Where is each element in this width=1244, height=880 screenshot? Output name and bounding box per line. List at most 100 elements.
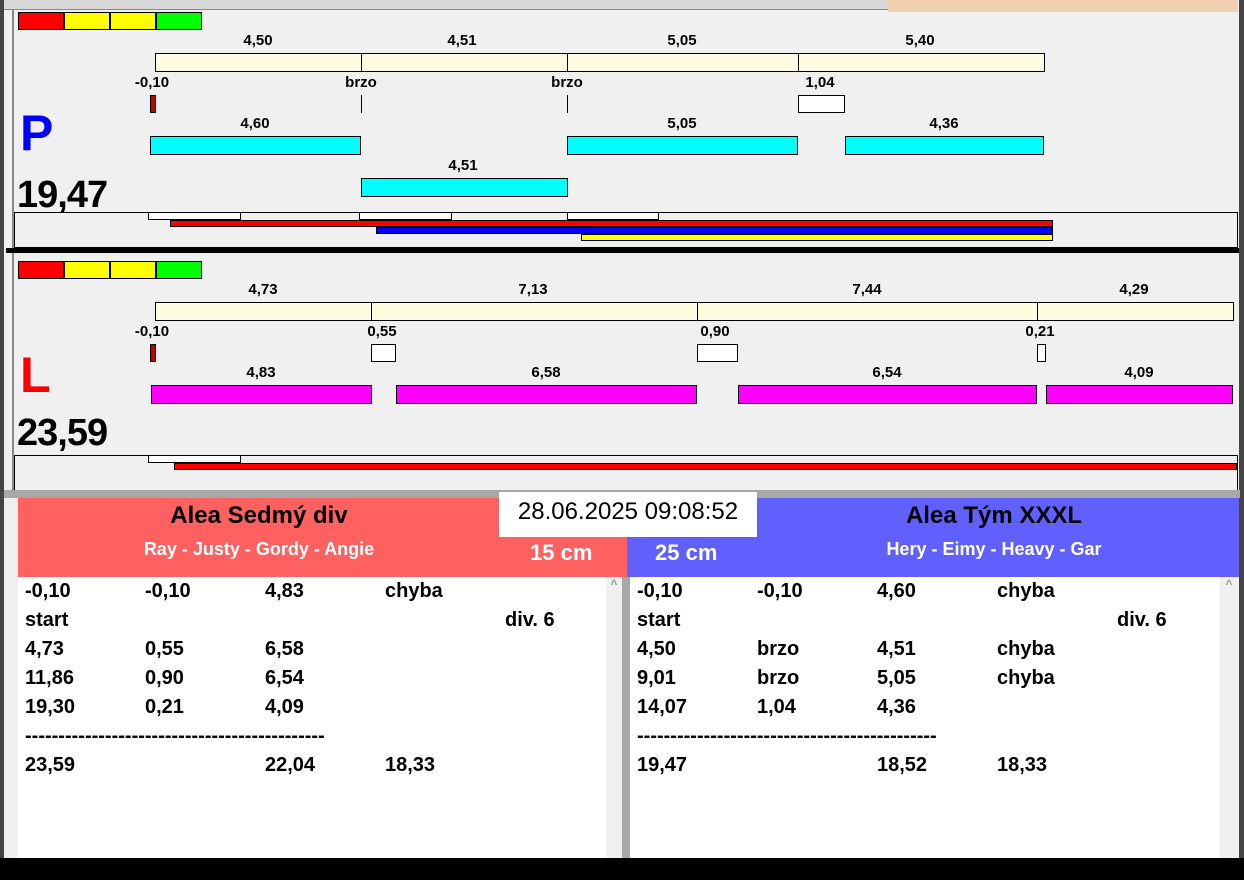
result-cell: 4,09 [265, 696, 304, 718]
leg-bar [361, 178, 568, 197]
leg-bar [396, 385, 697, 404]
result-cell: -0,10 [25, 580, 71, 602]
right-scrollbar[interactable]: ^ [1220, 577, 1238, 858]
indicator-yellow [110, 261, 156, 279]
total-time-p: 19,47 [17, 174, 108, 216]
result-cell: 23,59 [25, 754, 76, 776]
result-cell: 18,33 [997, 754, 1048, 776]
result-cell: 4,60 [877, 580, 916, 602]
result-cell: 18,33 [385, 754, 436, 776]
split-bar [1037, 302, 1234, 321]
result-cell: 4,50 [637, 638, 676, 660]
reaction-marker [150, 344, 156, 362]
leg-label: 4,36 [929, 115, 959, 132]
reaction-marker [1037, 344, 1046, 362]
result-cell: start [637, 609, 681, 631]
leg-label: 4,09 [1124, 364, 1154, 381]
right-team-name: Alea Tým XXXL [905, 502, 1083, 529]
left-team-name: Alea Sedmý div [170, 502, 348, 529]
result-cell: chyba [997, 667, 1055, 689]
leg-label: 4,60 [240, 115, 270, 132]
progress-marker [359, 212, 452, 220]
right-team-members: Hery - Eimy - Heavy - Gar [886, 539, 1102, 559]
leg-label: 5,05 [667, 115, 697, 132]
progress-bar-red [170, 220, 1053, 227]
reaction-tick [567, 95, 568, 113]
split-bar [155, 53, 362, 72]
lane-letter-p: P [20, 105, 54, 161]
left-team-distance: 15 cm [530, 540, 593, 565]
split-label: 7,44 [852, 281, 882, 298]
right-results-list: -0,10 -0,10 4,60 chyba start div. 6 4,50 brzo 4,… [630, 577, 1220, 858]
result-cell: start [25, 609, 69, 631]
reaction-label: 0,90 [700, 323, 730, 340]
split-label: 4,51 [447, 32, 477, 49]
divider [622, 577, 630, 858]
result-cell: -0,10 [637, 580, 683, 602]
reaction-marker [371, 344, 396, 362]
left-scrollbar[interactable]: ^ [606, 577, 622, 858]
leg-label: 6,58 [531, 364, 561, 381]
split-label: 7,13 [518, 281, 548, 298]
split-label: 4,29 [1119, 281, 1149, 298]
result-cell: 6,54 [265, 667, 304, 689]
result-cell: 9,01 [637, 667, 676, 689]
reaction-label: -0,10 [134, 323, 170, 340]
result-cell: 14,07 [637, 696, 688, 718]
reaction-label: 0,21 [1025, 323, 1055, 340]
indicator-green [156, 261, 202, 279]
top-toolbar-strip [0, 0, 888, 10]
leg-bar [151, 385, 372, 404]
indicator-yellow [110, 12, 156, 30]
bottom-bar [0, 858, 1244, 880]
result-cell: brzo [757, 638, 800, 660]
split-bar [155, 302, 372, 321]
result-cell: 18,52 [877, 754, 928, 776]
result-cell: chyba [997, 638, 1055, 660]
right-team-distance: 25 cm [655, 540, 718, 565]
progress-bar-blue [376, 227, 1053, 234]
split-label: 5,05 [667, 32, 697, 49]
split-bar [361, 53, 568, 72]
result-cell: 0,55 [145, 638, 184, 660]
leg-bar [150, 136, 361, 155]
result-cell: 19,30 [25, 696, 76, 718]
result-cell: 0,90 [145, 667, 184, 689]
result-cell: ----------------------------------------… [637, 725, 937, 747]
lane-letter-l: L [20, 347, 51, 403]
leg-bar [1046, 385, 1233, 404]
reaction-label: 1,04 [805, 74, 835, 91]
result-cell: 4,83 [265, 580, 304, 602]
split-bar [697, 302, 1038, 321]
split-label: 5,40 [905, 32, 935, 49]
split-bar [371, 302, 698, 321]
progress-bar-yellow [581, 234, 1053, 241]
result-cell: -0,10 [757, 580, 803, 602]
result-cell: 5,05 [877, 667, 916, 689]
left-border [0, 0, 4, 880]
reaction-label: brzo [345, 74, 377, 91]
split-label: 4,73 [248, 281, 278, 298]
result-cell: 22,04 [265, 754, 316, 776]
result-cell: 6,58 [265, 638, 304, 660]
result-cell: 0,21 [145, 696, 184, 718]
leg-label: 6,54 [872, 364, 902, 381]
split-label: 4,50 [243, 32, 273, 49]
split-bar [798, 53, 1045, 72]
reaction-marker [697, 344, 738, 362]
indicator-red [18, 261, 64, 279]
leg-label: 4,83 [246, 364, 276, 381]
left-team-members: Ray - Justy - Gordy - Angie [143, 539, 375, 559]
result-cell: brzo [757, 667, 800, 689]
indicator-green [156, 12, 202, 30]
leg-bar [567, 136, 798, 155]
result-cell: div. 6 [1117, 609, 1167, 631]
result-cell: div. 6 [505, 609, 555, 631]
split-bar [567, 53, 799, 72]
indicator-yellow [64, 12, 110, 30]
leg-bar [738, 385, 1037, 404]
leg-bar [845, 136, 1044, 155]
indicator-red [18, 12, 64, 30]
reaction-tick [361, 95, 362, 113]
progress-marker [148, 212, 241, 220]
